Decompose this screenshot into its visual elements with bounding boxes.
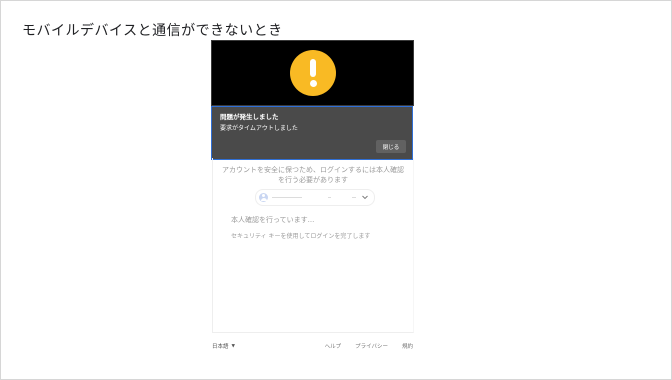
security-description: アカウントを安全に保つため、ログインするには本人確認を行う必要があります bbox=[222, 166, 404, 184]
language-label: 日本語 bbox=[212, 344, 229, 350]
caret-down-icon: ▼ bbox=[231, 343, 235, 349]
redacted-account-email bbox=[272, 193, 358, 201]
language-select[interactable]: 日本語 ▼ bbox=[212, 342, 235, 351]
terms-link[interactable]: 規約 bbox=[402, 342, 413, 350]
footer-links: ヘルプ プライバシー 規約 bbox=[325, 342, 413, 350]
account-selector[interactable] bbox=[255, 189, 375, 206]
warning-icon bbox=[290, 50, 336, 96]
error-message: 要求がタイムアウトしました bbox=[220, 125, 298, 132]
error-title: 問題が発生しました bbox=[220, 113, 279, 121]
error-dialog-banner bbox=[211, 40, 414, 106]
close-button[interactable]: 閉じる bbox=[376, 140, 406, 153]
footer: 日本語 ▼ ヘルプ プライバシー 規約 bbox=[212, 342, 413, 352]
security-key-instruction: セキュリティ キーを使用してログインを完了します bbox=[231, 233, 371, 240]
avatar bbox=[259, 192, 268, 202]
privacy-link[interactable]: プライバシー bbox=[355, 342, 388, 350]
help-link[interactable]: ヘルプ bbox=[325, 342, 342, 350]
verifying-status: 本人確認を行っています... bbox=[231, 216, 315, 224]
error-dialog: 問題が発生しました 要求がタイムアウトしました 閉じる bbox=[211, 106, 413, 160]
chevron-down-icon bbox=[362, 195, 368, 200]
page-title: モバイルデバイスと通信ができないとき bbox=[22, 23, 283, 39]
signin-card: アカウントを安全に保つため、ログインするには本人確認を行う必要があります 本人確… bbox=[212, 158, 414, 333]
